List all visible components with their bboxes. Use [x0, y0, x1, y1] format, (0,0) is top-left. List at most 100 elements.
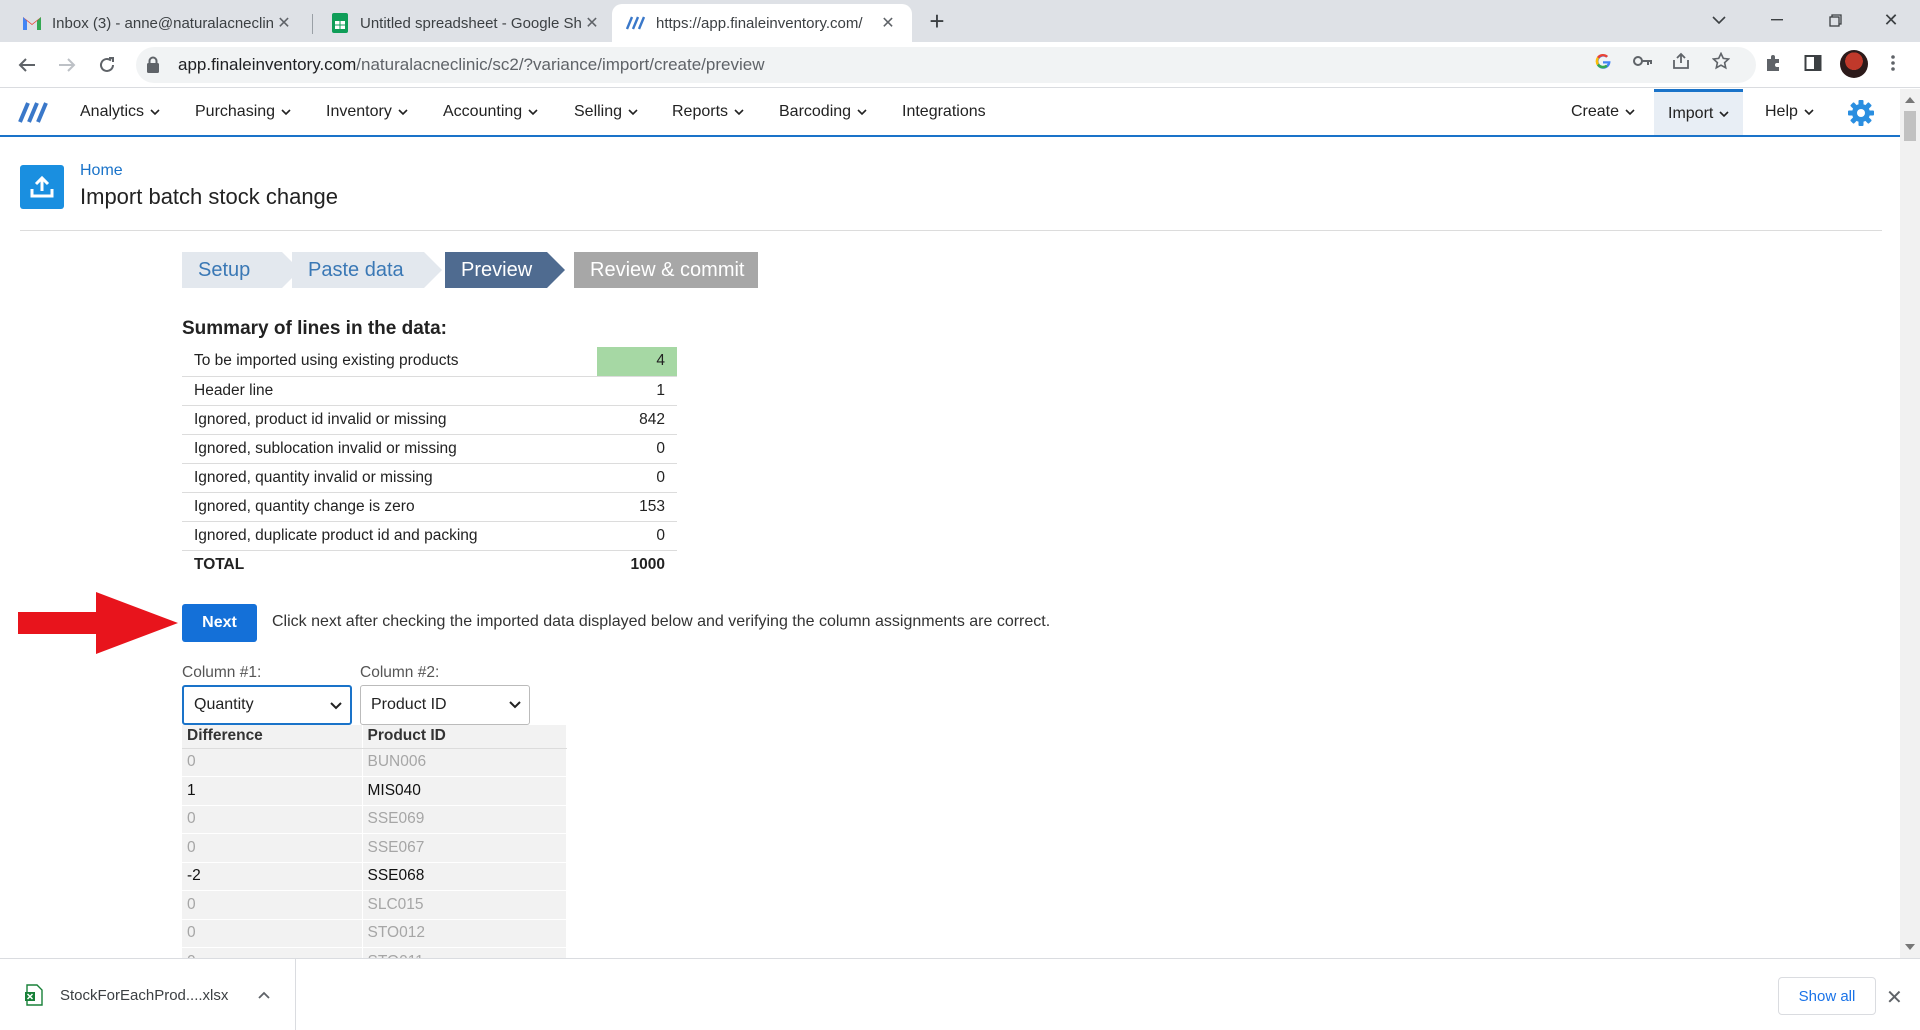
step-arrow	[547, 252, 565, 288]
summary-total-label: TOTAL	[194, 555, 245, 573]
difference-cell: 0	[182, 833, 363, 863]
wizard-step-setup[interactable]: Setup	[182, 252, 300, 288]
preview-table: Difference Product ID 0 BUN006 1 MIS040 0S…	[182, 725, 567, 958]
scroll-thumb[interactable]	[1904, 111, 1916, 141]
product-id-cell: BUN006	[362, 748, 567, 777]
summary-row: Ignored, quantity change is zero 153	[182, 492, 677, 522]
page-viewport: Analytics Purchasing Inventory Accountin…	[0, 0, 1900, 958]
show-all-downloads-button[interactable]: Show all	[1778, 977, 1876, 1015]
nav-inventory[interactable]: Inventory	[326, 89, 408, 135]
product-id-cell: SLC015	[362, 890, 567, 920]
table-row: 0 SLC015	[182, 890, 567, 920]
column-1-label: Column #1:	[182, 664, 262, 681]
nav-label: Accounting	[443, 103, 523, 120]
summary-value: 153	[597, 492, 677, 522]
nav-label: Selling	[574, 103, 623, 120]
nav-label: Import	[1668, 104, 1714, 122]
header-divider	[20, 230, 1882, 231]
scroll-down-icon[interactable]	[1905, 944, 1915, 950]
download-filename: StockForEachProd....xlsx	[60, 986, 229, 1004]
column-header: Product ID	[362, 725, 567, 749]
nav-label: Help	[1765, 103, 1798, 120]
nav-barcoding[interactable]: Barcoding	[779, 89, 867, 135]
chevron-down-icon	[1719, 110, 1729, 117]
chevron-down-icon	[398, 109, 408, 116]
step-label: Preview	[461, 258, 533, 281]
nav-selling[interactable]: Selling	[574, 89, 638, 135]
summary-row: Ignored, sublocation invalid or missing 0	[182, 434, 677, 464]
summary-row: Header line 1	[182, 376, 677, 406]
difference-cell: 0	[182, 748, 363, 777]
column-1-select[interactable]: Quantity	[182, 685, 352, 725]
chevron-down-icon	[857, 109, 867, 116]
nav-integrations[interactable]: Integrations	[902, 89, 986, 135]
product-id-cell: SSE067	[362, 833, 567, 863]
nav-help[interactable]: Help	[1765, 89, 1814, 135]
summary-label: Ignored, duplicate product id and packin…	[182, 521, 597, 551]
chevron-down-icon	[1625, 109, 1635, 116]
nav-label: Create	[1571, 103, 1620, 120]
chevron-down-icon	[509, 701, 521, 709]
product-id-cell: SSE068	[362, 862, 567, 891]
difference-cell: 0	[182, 805, 363, 834]
difference-cell: 0	[182, 919, 363, 948]
summary-total-value: 1000	[630, 555, 665, 573]
difference-cell: 0	[182, 947, 363, 958]
chevron-up-icon[interactable]	[258, 991, 271, 999]
wizard-step-paste-data[interactable]: Paste data	[292, 252, 442, 288]
app-navbar: Analytics Purchasing Inventory Accountin…	[0, 89, 1900, 137]
next-button[interactable]: Next	[182, 604, 257, 642]
difference-cell: 1	[182, 776, 363, 806]
summary-title: Summary of lines in the data:	[182, 318, 447, 339]
product-id-cell: SSE069	[362, 805, 567, 834]
table-row: 0STO011	[182, 947, 567, 958]
summary-row: To be imported using existing products 4	[182, 347, 677, 377]
chevron-down-icon	[150, 109, 160, 116]
nav-reports[interactable]: Reports	[672, 89, 744, 135]
select-value: Product ID	[371, 696, 447, 713]
nav-create[interactable]: Create	[1571, 89, 1635, 135]
nav-label: Integrations	[902, 103, 986, 120]
summary-value: 1	[597, 376, 677, 406]
nav-analytics[interactable]: Analytics	[80, 89, 160, 135]
summary-label: Ignored, sublocation invalid or missing	[182, 434, 597, 464]
table-row: 1 MIS040	[182, 776, 567, 806]
nav-import[interactable]: Import	[1654, 89, 1744, 135]
chevron-down-icon	[330, 702, 342, 710]
step-label: Review & commit	[590, 258, 745, 281]
preview-header-row: Difference Product ID	[182, 725, 567, 749]
chevron-down-icon	[734, 109, 744, 116]
nav-accounting[interactable]: Accounting	[443, 89, 538, 135]
scroll-up-icon[interactable]	[1905, 97, 1915, 103]
close-shelf-icon[interactable]: ✕	[1886, 985, 1903, 1010]
page-scrollbar[interactable]	[1900, 89, 1920, 958]
download-item[interactable]: StockForEachProd....xlsx	[0, 959, 296, 1030]
next-hint-text: Click next after checking the imported d…	[272, 613, 1051, 630]
nav-label: Analytics	[80, 103, 145, 120]
difference-cell: -2	[182, 862, 363, 891]
column-2-label: Column #2:	[360, 664, 440, 681]
table-row: 0 SSE069	[182, 805, 567, 834]
column-2-select[interactable]: Product ID	[360, 685, 530, 725]
excel-file-icon	[25, 984, 43, 1006]
summary-value: 0	[597, 434, 677, 464]
summary-row: Ignored, quantity invalid or missing 0	[182, 463, 677, 493]
table-row: 0 BUN006	[182, 748, 567, 777]
summary-table: To be imported using existing products 4 …	[182, 347, 677, 579]
nav-label: Reports	[672, 103, 729, 120]
breadcrumb-home[interactable]: Home	[80, 162, 123, 180]
settings-gear-icon[interactable]	[1846, 98, 1876, 128]
summary-label: Header line	[182, 376, 597, 406]
summary-value: 0	[597, 521, 677, 551]
chevron-down-icon	[1804, 109, 1814, 116]
download-shelf: StockForEachProd....xlsx Show all ✕	[0, 958, 1920, 1030]
summary-row: Ignored, product id invalid or missing 84…	[182, 405, 677, 435]
difference-cell: 0	[182, 890, 363, 920]
product-id-cell: MIS040	[362, 776, 567, 806]
finale-logo-icon[interactable]	[18, 101, 50, 123]
table-row: 0 STO012	[182, 919, 567, 948]
summary-label: Ignored, quantity invalid or missing	[182, 463, 597, 493]
summary-label: Ignored, product id invalid or missing	[182, 405, 597, 435]
chevron-down-icon	[281, 109, 291, 116]
nav-purchasing[interactable]: Purchasing	[195, 89, 291, 135]
